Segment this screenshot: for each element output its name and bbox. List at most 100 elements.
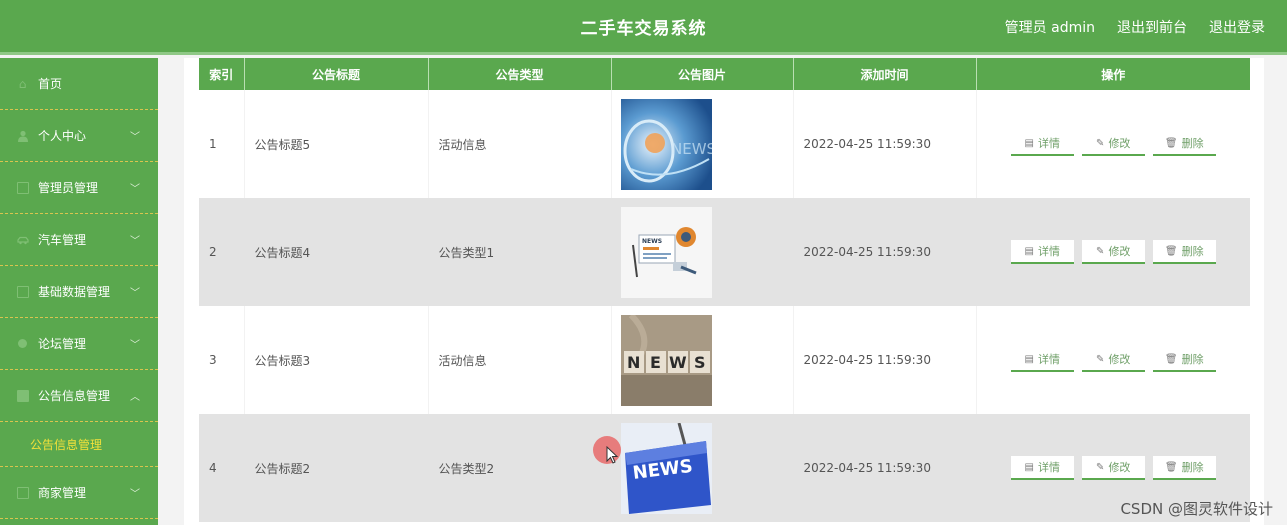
sidebar-item-home[interactable]: ⌂ 首页 — [0, 58, 158, 110]
notice-image-thumbnail[interactable]: NEWS — [620, 98, 712, 190]
square-icon — [16, 389, 29, 402]
cell-time: 2022-04-25 11:59:30 — [793, 90, 977, 198]
cell-actions: ▤ 详情 ✎ 修改 🗑 删除 — [976, 306, 1250, 414]
edit-button[interactable]: ✎ 修改 — [1081, 240, 1145, 264]
col-header-type[interactable]: 公告类型 — [428, 58, 612, 90]
square-icon — [16, 285, 29, 298]
chevron-down-icon: ﹀ — [130, 236, 140, 247]
sidebar-item-notice[interactable]: 公告信息管理 ︿ — [0, 370, 158, 422]
cell-title: 公告标题2 — [244, 414, 429, 522]
chevron-down-icon: ﹀ — [130, 184, 140, 195]
notice-image-thumbnail[interactable]: NEWS — [620, 206, 712, 298]
news-letter-w: W — [669, 353, 687, 372]
edit-button[interactable]: ✎ 修改 — [1081, 132, 1145, 156]
cell-actions: ▤ 详情 ✎ 修改 🗑 删除 — [976, 198, 1250, 306]
chevron-down-icon: ﹀ — [130, 340, 140, 351]
delete-label: 删除 — [1181, 461, 1204, 474]
news-letter-s: S — [694, 353, 706, 372]
cell-time: 2022-04-25 11:59:30 — [793, 198, 977, 306]
pencil-icon: ✎ — [1096, 461, 1105, 473]
trash-icon: 🗑 — [1164, 137, 1178, 149]
cell-image: NEWS — [611, 198, 794, 306]
cell-actions: ▤ 详情 ✎ 修改 🗑 删除 — [976, 90, 1250, 198]
trash-icon: 🗑 — [1164, 461, 1178, 473]
notice-image-thumbnail[interactable]: N E W S — [620, 314, 712, 406]
sidebar-item-merchant[interactable]: 商家管理 ﹀ — [0, 467, 158, 519]
user-icon — [16, 129, 29, 142]
edit-button[interactable]: ✎ 修改 — [1081, 348, 1145, 372]
header-actions: 管理员 admin 退出到前台 退出登录 — [1005, 17, 1265, 37]
sidebar: ⌂ 首页 个人中心 ﹀ 管理员管理 ﹀ 汽车管理 ﹀ 基础数据管理 ﹀ 论坛管理… — [0, 58, 158, 525]
detail-label: 详情 — [1037, 137, 1060, 150]
news-image-text: NEWS — [642, 238, 662, 245]
delete-button[interactable]: 🗑 删除 — [1152, 348, 1216, 372]
col-header-title[interactable]: 公告标题 — [244, 58, 429, 90]
col-header-time[interactable]: 添加时间 — [793, 58, 977, 90]
sidebar-item-label: 首页 — [38, 77, 63, 91]
detail-button[interactable]: ▤ 详情 — [1010, 456, 1074, 480]
top-header: 二手车交易系统 管理员 admin 退出到前台 退出登录 — [0, 0, 1287, 55]
cell-type: 活动信息 — [428, 90, 612, 198]
notice-image-thumbnail[interactable]: NEWS — [620, 422, 712, 514]
delete-label: 删除 — [1181, 137, 1204, 150]
mouse-pointer-icon — [606, 446, 619, 464]
news-image-text: NEWS — [671, 140, 712, 158]
delete-label: 删除 — [1181, 353, 1204, 366]
delete-button[interactable]: 🗑 删除 — [1152, 240, 1216, 264]
edit-label: 修改 — [1108, 461, 1131, 474]
cell-index: 4 — [199, 414, 245, 522]
main-content: 索引 公告标题 公告类型 公告图片 添加时间 操作 1 公告标题5 活动信息 N… — [184, 58, 1264, 525]
trash-icon: 🗑 — [1164, 353, 1178, 365]
square-icon — [16, 181, 29, 194]
logout-link[interactable]: 退出登录 — [1209, 17, 1265, 37]
sidebar-item-label: 个人中心 — [38, 129, 87, 143]
detail-label: 详情 — [1037, 461, 1060, 474]
detail-button[interactable]: ▤ 详情 — [1010, 348, 1074, 372]
delete-button[interactable]: 🗑 删除 — [1152, 456, 1216, 480]
sidebar-item-forum[interactable]: 论坛管理 ﹀ — [0, 318, 158, 370]
edit-button[interactable]: ✎ 修改 — [1081, 456, 1145, 480]
sidebar-item-car[interactable]: 汽车管理 ﹀ — [0, 214, 158, 266]
admin-user-link[interactable]: 管理员 admin — [1005, 17, 1095, 37]
sidebar-subitem-notice-manage[interactable]: 公告信息管理 — [0, 422, 158, 467]
detail-button[interactable]: ▤ 详情 — [1010, 132, 1074, 156]
document-icon: ▤ — [1024, 353, 1034, 365]
cell-type: 公告类型1 — [428, 198, 612, 306]
square-icon — [16, 486, 29, 499]
cell-title: 公告标题3 — [244, 306, 429, 414]
delete-button[interactable]: 🗑 删除 — [1152, 132, 1216, 156]
sidebar-item-admin[interactable]: 管理员管理 ﹀ — [0, 162, 158, 214]
cell-type: 活动信息 — [428, 306, 612, 414]
table-row: 1 公告标题5 活动信息 NEWS 2022-04-25 11:59:30 ▤ … — [199, 90, 1250, 198]
cell-title: 公告标题5 — [244, 90, 429, 198]
edit-label: 修改 — [1108, 245, 1131, 258]
cell-image: NEWS — [611, 414, 794, 522]
col-header-image[interactable]: 公告图片 — [611, 58, 794, 90]
home-icon: ⌂ — [18, 76, 27, 91]
cell-time: 2022-04-25 11:59:30 — [793, 414, 977, 522]
sidebar-item-basic-data[interactable]: 基础数据管理 ﹀ — [0, 266, 158, 318]
sidebar-item-label: 商家管理 — [38, 486, 87, 500]
sidebar-item-personal[interactable]: 个人中心 ﹀ — [0, 110, 158, 162]
edit-label: 修改 — [1108, 137, 1131, 150]
sidebar-item-label: 公告信息管理 — [38, 389, 111, 403]
notice-table: 索引 公告标题 公告类型 公告图片 添加时间 操作 1 公告标题5 活动信息 N… — [199, 58, 1250, 522]
cell-image: NEWS — [611, 90, 794, 198]
news-letter-n: N — [627, 353, 640, 372]
pencil-icon: ✎ — [1096, 353, 1105, 365]
sidebar-item-label: 论坛管理 — [38, 337, 87, 351]
detail-button[interactable]: ▤ 详情 — [1010, 240, 1074, 264]
document-icon: ▤ — [1024, 245, 1034, 257]
cell-title: 公告标题4 — [244, 198, 429, 306]
chevron-up-icon: ︿ — [130, 392, 140, 403]
col-header-index[interactable]: 索引 — [199, 58, 245, 90]
delete-label: 删除 — [1181, 245, 1204, 258]
exit-to-front-link[interactable]: 退出到前台 — [1117, 17, 1187, 37]
sidebar-item-label: 管理员管理 — [38, 181, 99, 195]
watermark-text: CSDN @图灵软件设计 — [1120, 500, 1273, 518]
chevron-down-icon: ﹀ — [130, 489, 140, 500]
col-header-actions: 操作 — [976, 58, 1250, 90]
table-row: 2 公告标题4 公告类型1 NEWS 2022-04-25 11:59:30 ▤… — [199, 198, 1250, 306]
cell-index: 1 — [199, 90, 245, 198]
cell-index: 3 — [199, 306, 245, 414]
